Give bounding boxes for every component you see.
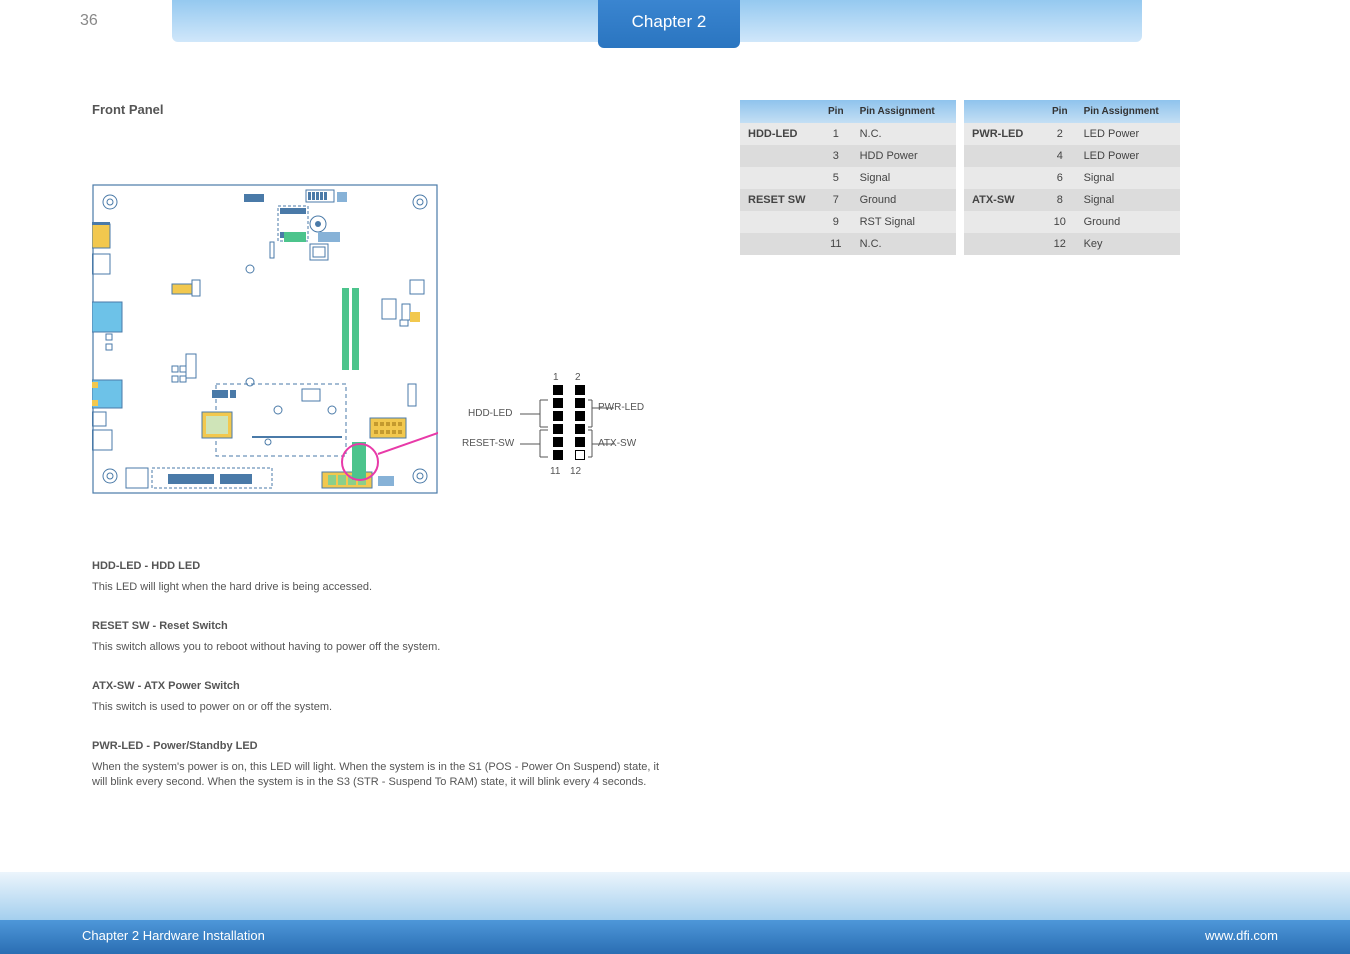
bottom-banner xyxy=(0,872,1350,920)
th-blank-l xyxy=(740,100,820,123)
heading-hdd-led: HDD-LED - HDD LED xyxy=(92,560,200,572)
text-pwr-led: When the system's power is on, this LED … xyxy=(92,760,662,790)
th-blank-r xyxy=(964,100,1044,123)
table-row: RESET SW7Ground ATX-SW8Signal xyxy=(740,189,1180,211)
footer-chapter: Chapter 2 Hardware Installation xyxy=(82,928,265,943)
table-row: 9RST Signal 10Ground xyxy=(740,211,1180,233)
heading-pwr-led: PWR-LED - Power/Standby LED xyxy=(92,740,258,752)
th-pin-r: Pin xyxy=(1044,100,1076,123)
table-row: 11N.C. 12Key xyxy=(740,233,1180,255)
th-asg-r: Pin Assignment xyxy=(1076,100,1180,123)
footer-url: www.dfi.com xyxy=(1205,928,1278,943)
heading-atx-sw: ATX-SW - ATX Power Switch xyxy=(92,680,240,692)
motherboard-diagram xyxy=(92,184,438,494)
text-hdd-led: This LED will light when the hard drive … xyxy=(92,580,662,595)
table-row: HDD-LED1N.C. PWR-LED2LED Power xyxy=(740,123,1180,145)
heading-front-panel: Front Panel xyxy=(92,102,164,117)
pin-assignment-table: Pin Pin Assignment Pin Pin Assignment HD… xyxy=(740,100,1180,255)
heading-reset-sw: RESET SW - Reset Switch xyxy=(92,620,228,632)
text-reset-sw: This switch allows you to reboot without… xyxy=(92,640,662,655)
th-asg-l: Pin Assignment xyxy=(852,100,956,123)
text-atx-sw: This switch is used to power on or off t… xyxy=(92,700,662,715)
table-row: 3HDD Power 4LED Power xyxy=(740,145,1180,167)
footer: Chapter 2 Hardware Installation www.dfi.… xyxy=(0,920,1350,954)
page-number: 36 xyxy=(80,12,98,30)
chapter-tab: Chapter 2 xyxy=(598,0,740,48)
front-panel-header-zoom: HDD-LED RESET-SW PWR-LED ATX-SW 1 2 11 1… xyxy=(458,380,668,480)
th-pin-l: Pin xyxy=(820,100,852,123)
table-row: 5Signal 6Signal xyxy=(740,167,1180,189)
